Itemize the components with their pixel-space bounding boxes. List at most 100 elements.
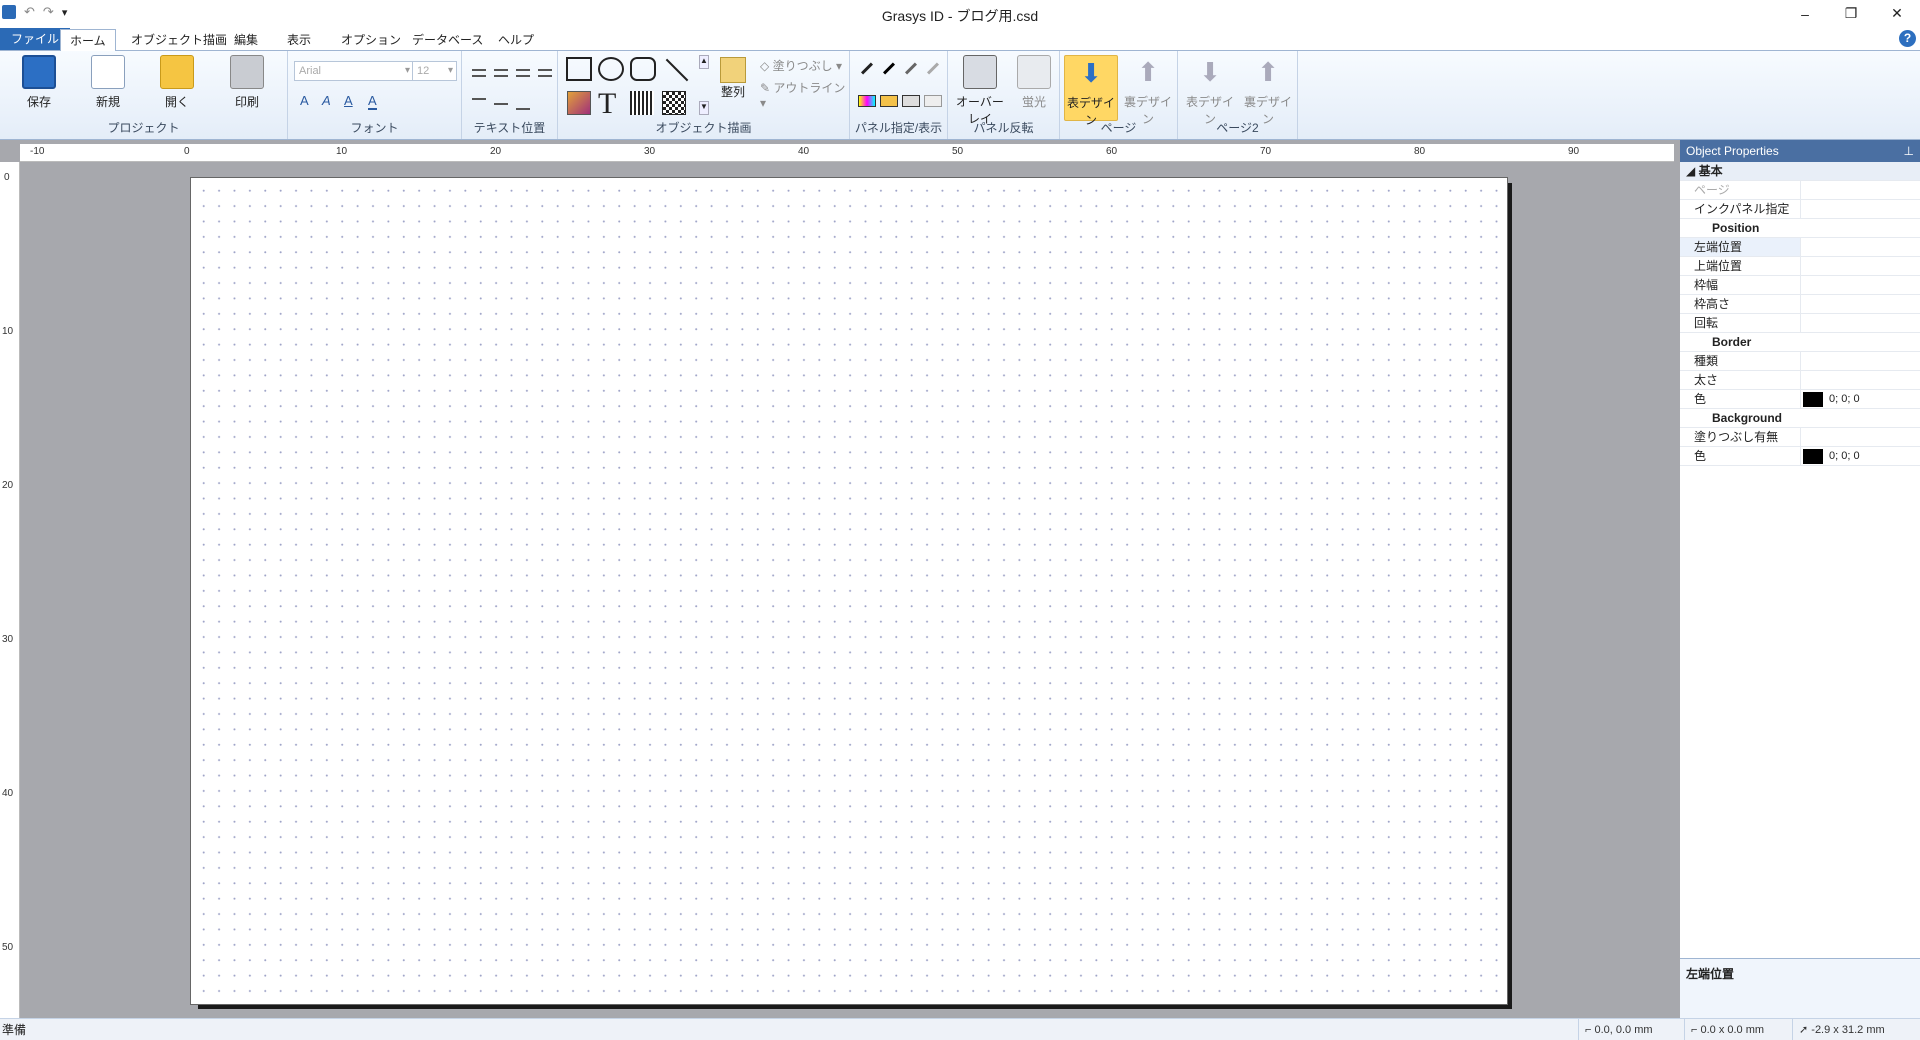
valign-bottom-icon[interactable] (516, 108, 530, 110)
valign-top-icon[interactable] (472, 98, 486, 100)
property-category-position[interactable]: Position (1680, 219, 1920, 238)
card-design-canvas[interactable] (190, 177, 1508, 1005)
page2-front-design-button[interactable]: ⬇ 表デザイン (1182, 55, 1238, 127)
justify-icon[interactable] (538, 69, 552, 77)
gallery-scroll-up-icon[interactable]: ▲ (699, 55, 709, 69)
save-button[interactable]: 保存 (15, 55, 63, 110)
ruler-label: 30 (644, 146, 656, 157)
download-arrow-icon: ⬇ (1080, 58, 1102, 88)
overlay-button[interactable]: オーバーレイ (952, 55, 1008, 127)
back-design-button[interactable]: ⬆ 裏デザイン (1120, 55, 1176, 127)
font-name-combo[interactable]: Arial (294, 61, 414, 81)
property-value[interactable] (1800, 428, 1920, 446)
italic-icon[interactable]: A (322, 93, 331, 108)
property-value[interactable] (1800, 295, 1920, 313)
font-color-icon[interactable]: A (368, 93, 377, 110)
rectangle-tool-icon[interactable] (566, 57, 592, 81)
bold-icon[interactable]: A (300, 93, 309, 108)
image-tool-icon[interactable] (567, 91, 591, 115)
property-category-border[interactable]: Border (1680, 333, 1920, 352)
color-swatch (1803, 448, 1823, 464)
property-row-height[interactable]: 枠高さ (1680, 295, 1920, 314)
ruler-label: 90 (1568, 146, 1580, 157)
panel-uv-icon[interactable] (924, 95, 942, 107)
group-label-page2: ページ2 (1216, 121, 1259, 135)
property-row-fill-enabled[interactable]: 塗りつぶし有無 (1680, 428, 1920, 447)
tab-object-drawing[interactable]: オブジェクト描画 (122, 29, 236, 51)
outline-button[interactable]: ✎ アウトライン ▾ (760, 79, 849, 110)
align-left-icon[interactable] (472, 69, 486, 77)
new-button[interactable]: 新規 (84, 55, 132, 110)
tab-view[interactable]: 表示 (278, 29, 320, 51)
property-row-page[interactable]: ページ (1680, 181, 1920, 200)
valign-middle-icon[interactable] (494, 103, 508, 105)
tab-home[interactable]: ホーム (60, 29, 116, 52)
property-value[interactable] (1800, 276, 1920, 294)
barcode-tool-icon[interactable] (630, 91, 654, 115)
help-icon[interactable]: ? (1899, 30, 1916, 47)
pen-light-icon[interactable] (926, 62, 940, 75)
fill-button[interactable]: ◇ 塗りつぶし ▾ (760, 57, 842, 74)
property-value[interactable] (1800, 352, 1920, 370)
property-row-ink-panel[interactable]: インクパネル指定 (1680, 200, 1920, 219)
property-value[interactable] (1800, 200, 1920, 218)
pen-dark-icon[interactable] (882, 62, 896, 75)
tab-help[interactable]: ヘルプ (489, 29, 543, 51)
fluorescent-button[interactable]: 蛍光 (1010, 55, 1058, 110)
property-category-background[interactable]: Background (1680, 409, 1920, 428)
property-row-background-color[interactable]: 色 0; 0; 0 (1680, 447, 1920, 466)
text-tool-icon[interactable]: T (598, 87, 616, 121)
download-arrow-icon: ⬇ (1199, 57, 1221, 87)
underline-icon[interactable]: A (344, 93, 353, 108)
group-page: ⬇ 表デザイン ⬆ 裏デザイン ページ (1060, 51, 1178, 139)
line-tool-icon[interactable] (665, 58, 689, 82)
arrange-button[interactable]: 整列 (718, 57, 748, 100)
property-row-left[interactable]: 左端位置 (1680, 238, 1920, 257)
property-row-border-thickness[interactable]: 太さ (1680, 371, 1920, 390)
minimize-button[interactable]: – (1782, 0, 1828, 27)
page2-back-design-button[interactable]: ⬆ 裏デザイン (1240, 55, 1296, 127)
overlay-icon (963, 55, 997, 89)
property-row-width[interactable]: 枠幅 (1680, 276, 1920, 295)
property-row-top[interactable]: 上端位置 (1680, 257, 1920, 276)
panel-k-icon[interactable] (880, 95, 898, 107)
restore-button[interactable]: ❐ (1828, 0, 1874, 27)
property-row-rotation[interactable]: 回転 (1680, 314, 1920, 333)
align-center-icon[interactable] (494, 69, 508, 77)
property-row-border-type[interactable]: 種類 (1680, 352, 1920, 371)
gallery-scroll-down-icon[interactable]: ▼ (699, 101, 709, 115)
open-button[interactable]: 開く (153, 55, 201, 110)
pen-gray-icon[interactable] (904, 62, 918, 75)
panel-ymc-icon[interactable] (858, 95, 876, 107)
property-row-border-color[interactable]: 色 0; 0; 0 (1680, 390, 1920, 409)
tab-options[interactable]: オプション (332, 29, 410, 51)
status-bar: 準備 ⌐ 0.0, 0.0 mm ⌐ 0.0 x 0.0 mm ➚ -2.9 x… (0, 1018, 1920, 1040)
print-button[interactable]: 印刷 (223, 55, 271, 110)
ellipse-tool-icon[interactable] (598, 57, 624, 81)
group-panel: パネル指定/表示 (850, 51, 948, 139)
tab-database[interactable]: データベース (403, 29, 492, 51)
qrcode-tool-icon[interactable] (662, 91, 686, 115)
ruler-label: 40 (2, 788, 14, 799)
properties-header: Object Properties ⊥ (1680, 140, 1920, 162)
front-design-button[interactable]: ⬇ 表デザイン (1064, 55, 1118, 127)
property-value[interactable] (1800, 238, 1920, 256)
font-size-combo[interactable]: 12 (412, 61, 457, 81)
property-category-basic[interactable]: ◢ 基本 (1680, 162, 1920, 181)
window-title: Grasys ID - ブログ用.csd (881, 8, 1039, 24)
property-value[interactable] (1800, 257, 1920, 275)
pin-icon[interactable]: ⊥ (1904, 140, 1914, 162)
pen-black-icon[interactable] (860, 62, 874, 75)
ruler-label: 70 (1260, 146, 1272, 157)
property-value[interactable] (1800, 371, 1920, 389)
color-value[interactable]: 0; 0; 0 (1800, 447, 1920, 465)
color-value[interactable]: 0; 0; 0 (1800, 390, 1920, 408)
property-value[interactable] (1800, 314, 1920, 332)
rounded-rect-tool-icon[interactable] (630, 57, 656, 81)
tab-edit[interactable]: 編集 (225, 29, 267, 51)
close-button[interactable]: ✕ (1874, 0, 1920, 27)
panel-o-icon[interactable] (902, 95, 920, 107)
property-value[interactable] (1800, 181, 1920, 199)
align-right-icon[interactable] (516, 69, 530, 77)
ruler-label: 80 (1414, 146, 1426, 157)
